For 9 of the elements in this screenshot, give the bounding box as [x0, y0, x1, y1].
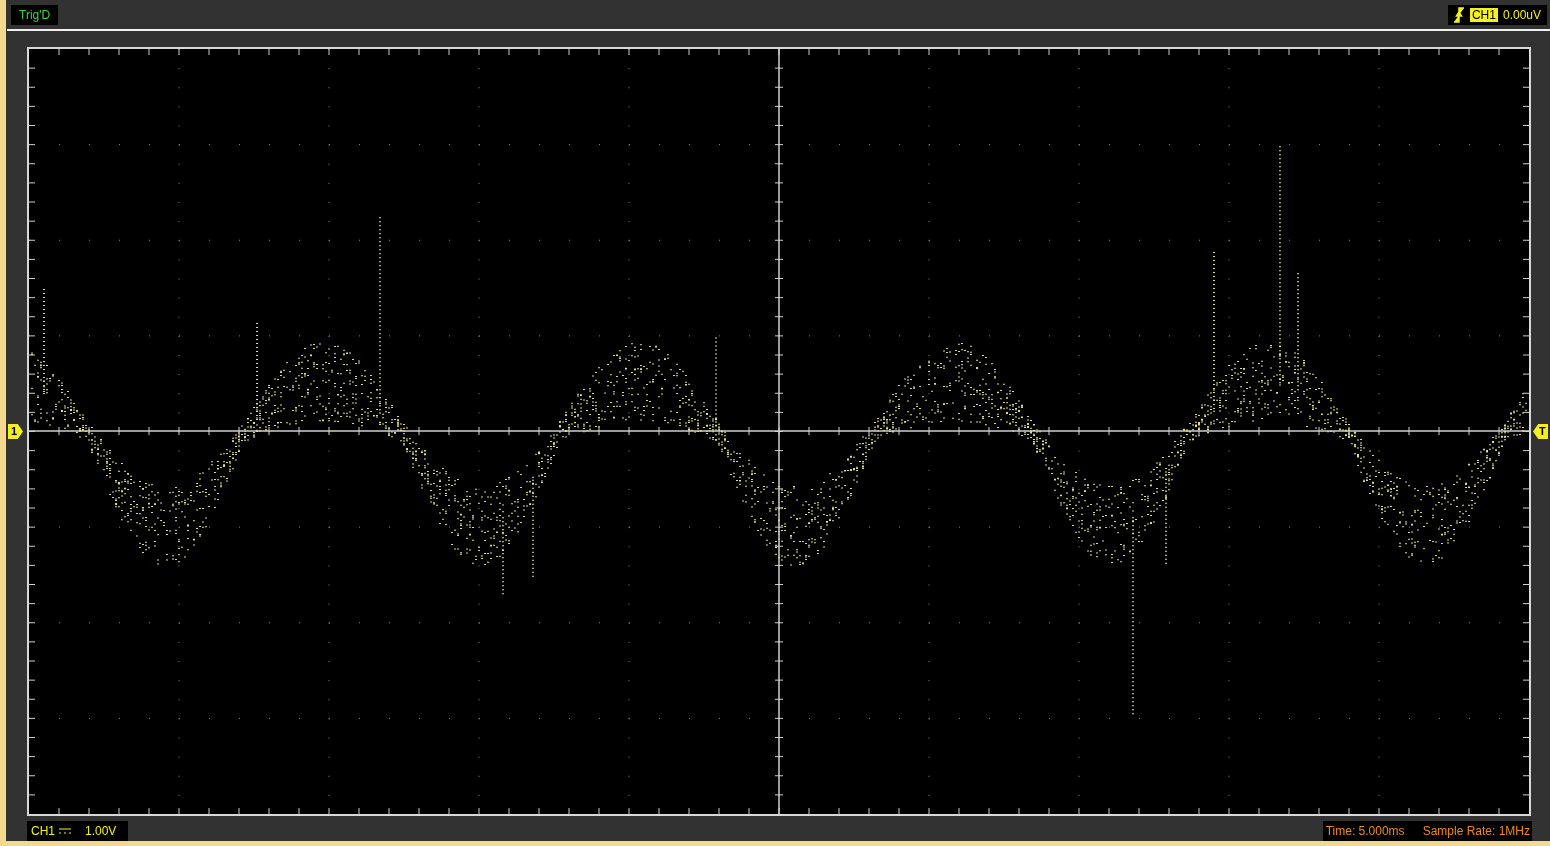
channel-name: CH1 — [31, 824, 55, 838]
sample-rate: Sample Rate: 1MHz — [1422, 824, 1530, 838]
trigger-level: 0.00uV — [1502, 7, 1541, 22]
channel-marker[interactable]: 1 — [8, 424, 23, 439]
trigger-status: Trig'D — [11, 4, 59, 25]
time-per-division: Time: 5.000ms — [1325, 824, 1405, 838]
trigger-marker[interactable]: T — [1533, 424, 1548, 439]
volts-per-division: 1.00V — [85, 824, 117, 838]
channel-label: CH1 — [1469, 7, 1498, 22]
